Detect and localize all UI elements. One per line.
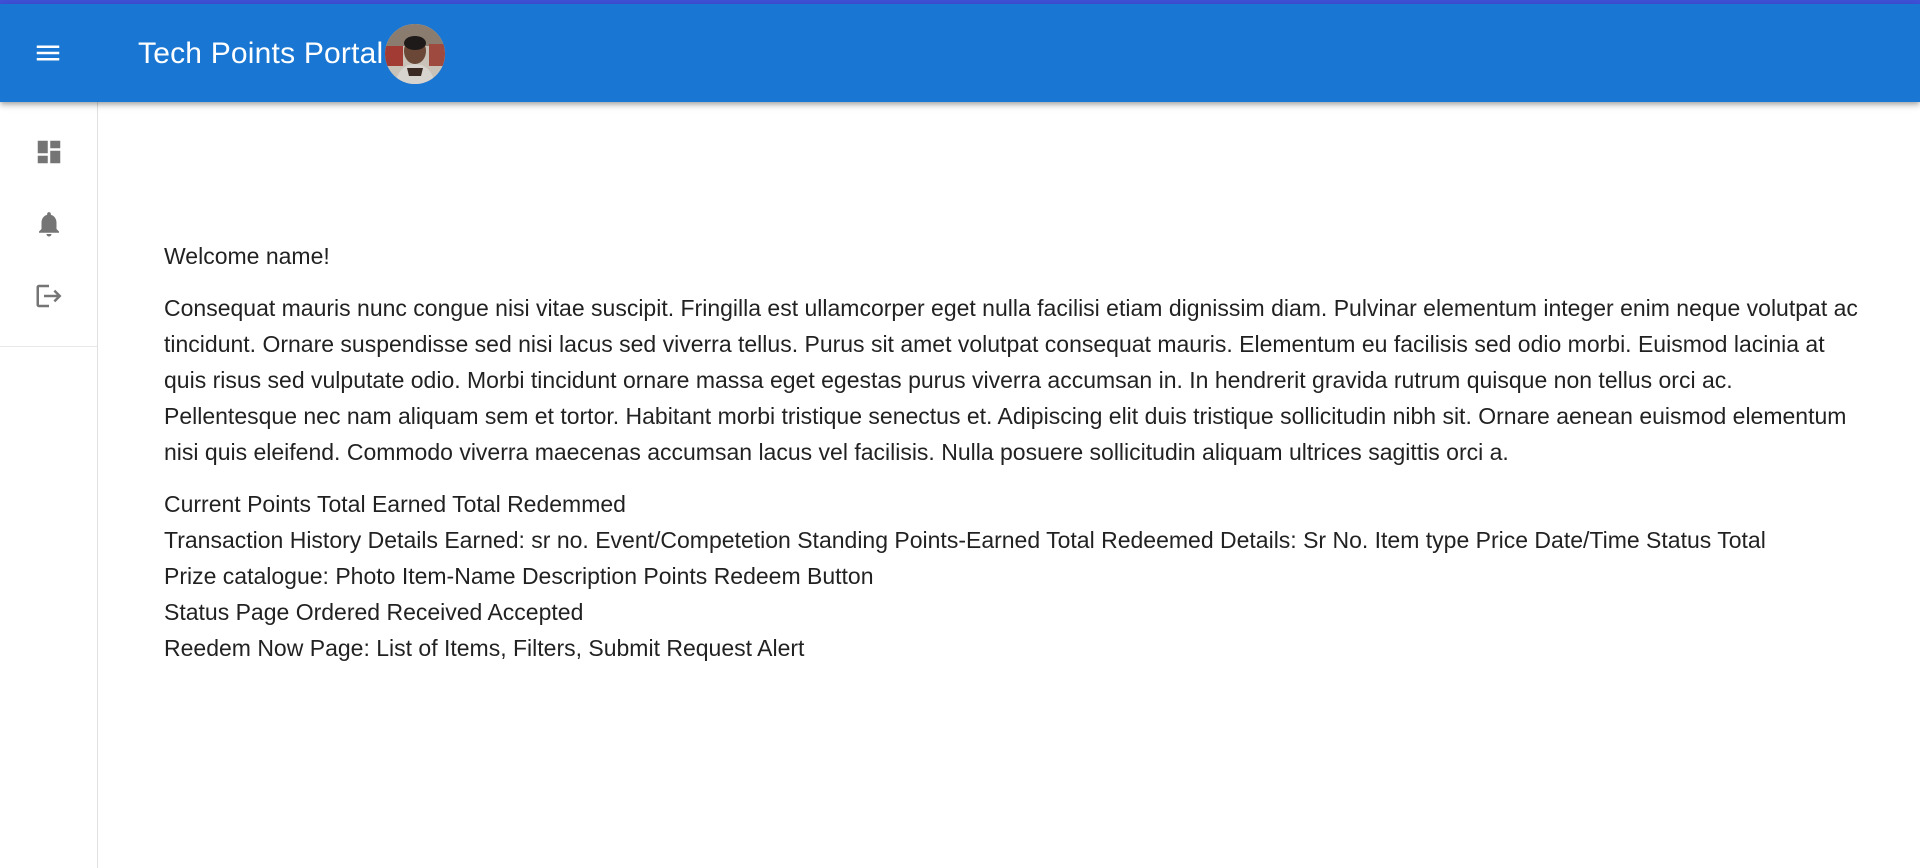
feature-notes: Current Points Total Earned Total Redemm… (164, 486, 1864, 666)
main-content: Welcome name! Consequat mauris nunc cong… (164, 238, 1864, 666)
note-current-points: Current Points Total Earned Total Redemm… (164, 491, 626, 517)
note-redeem-now-page: Reedem Now Page: List of Items, Filters,… (164, 635, 805, 661)
menu-icon (33, 38, 63, 68)
dashboard-icon (34, 137, 64, 167)
logout-icon (34, 281, 64, 311)
intro-paragraph: Consequat mauris nunc congue nisi vitae … (164, 295, 1858, 465)
note-status-page: Status Page Ordered Received Accepted (164, 599, 584, 625)
drawer-item-dashboard[interactable] (0, 116, 97, 188)
menu-button[interactable] (24, 29, 72, 77)
bell-icon (34, 209, 64, 239)
side-drawer (0, 102, 98, 868)
drawer-nav-list (0, 102, 97, 347)
avatar[interactable] (385, 24, 445, 84)
app-title: Tech Points Portal (138, 37, 384, 70)
welcome-message: Welcome name! (164, 243, 330, 269)
note-transaction-history: Transaction History Details Earned: sr n… (164, 527, 1766, 553)
drawer-item-logout[interactable] (0, 260, 97, 332)
note-prize-catalogue: Prize catalogue: Photo Item-Name Descrip… (164, 563, 874, 589)
drawer-item-notifications[interactable] (0, 188, 97, 260)
app-bar: Tech Points Portal (0, 4, 1920, 102)
